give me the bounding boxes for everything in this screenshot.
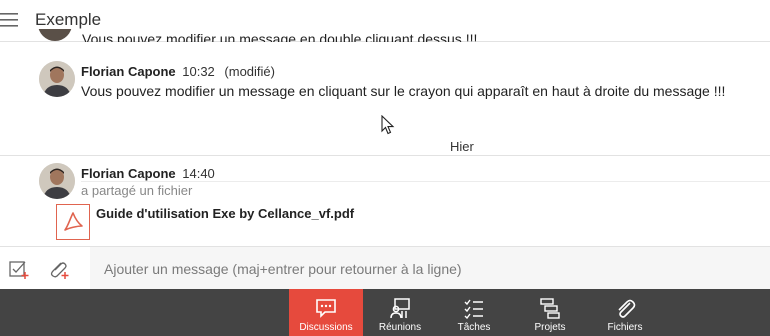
author-name: Florian Capone — [81, 166, 176, 181]
chat-icon — [316, 299, 336, 318]
bottom-navigation: Discussions Réunions Tâches Projets Fich… — [0, 289, 770, 336]
message-input[interactable] — [90, 247, 770, 290]
nav-fichiers[interactable]: Fichiers — [588, 289, 662, 336]
nav-label: Tâches — [457, 322, 491, 333]
author-name: Florian Capone — [81, 64, 176, 79]
message-text: Vous pouvez modifier un message en doubl… — [82, 31, 478, 42]
nav-label: Discussions — [299, 322, 353, 333]
menu-icon[interactable] — [0, 11, 20, 29]
divider — [81, 181, 770, 182]
shared-file-note: a partagé un fichier — [81, 183, 193, 198]
composer-actions — [0, 247, 85, 290]
nav-reunions[interactable]: Réunions — [363, 289, 437, 336]
nav-label: Projets — [534, 322, 566, 333]
projects-icon — [540, 298, 560, 319]
file-link[interactable]: Guide d'utilisation Exe by Cellance_vf.p… — [96, 206, 354, 221]
message-composer — [0, 246, 770, 290]
mouse-cursor-icon — [381, 115, 395, 135]
message-time: 14:40 — [182, 166, 215, 181]
day-separator: Hier — [0, 138, 770, 156]
conversation-title: Exemple — [35, 10, 102, 29]
nav-projets[interactable]: Projets — [513, 289, 587, 336]
tasks-icon — [464, 299, 483, 319]
message-meta: Florian Capone 10:32 (modifié) — [81, 64, 275, 79]
message-time: 10:32 — [182, 64, 215, 79]
avatar — [38, 29, 72, 41]
meeting-icon — [390, 298, 410, 319]
nav-label: Réunions — [378, 322, 422, 333]
pdf-file-icon[interactable] — [56, 204, 90, 240]
message-item-partial: Vous pouvez modifier un message en doubl… — [0, 29, 770, 42]
message-text: Vous pouvez modifier un message en cliqu… — [81, 83, 726, 99]
add-task-icon[interactable] — [8, 258, 30, 280]
edited-label: (modifié) — [224, 64, 275, 79]
avatar — [39, 61, 75, 97]
message-meta: Florian Capone 14:40 — [81, 166, 215, 181]
paperclip-icon — [618, 299, 636, 318]
acrobat-icon — [64, 212, 83, 231]
nav-discussions[interactable]: Discussions — [289, 289, 363, 336]
avatar-photo — [39, 61, 75, 97]
nav-label: Fichiers — [607, 322, 643, 333]
day-label: Hier — [450, 139, 474, 154]
nav-taches[interactable]: Tâches — [437, 289, 511, 336]
avatar-photo — [39, 163, 75, 199]
attach-file-icon[interactable] — [48, 258, 70, 280]
avatar — [39, 163, 75, 199]
